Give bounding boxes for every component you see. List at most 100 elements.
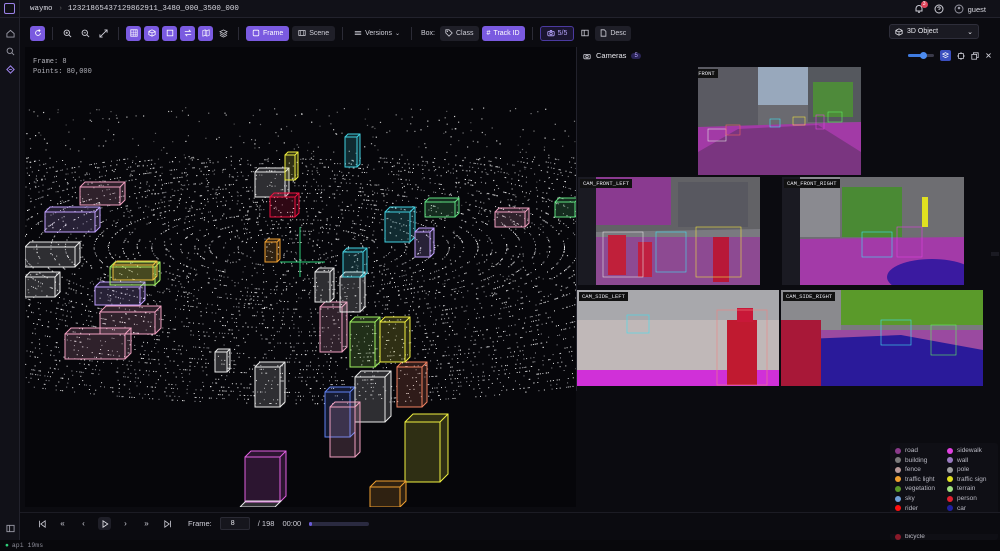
copy-icon[interactable] [971,51,979,60]
camera-view-side-right[interactable]: CAM_SIDE_RIGHT [781,290,983,386]
versions-label: Versions [365,29,392,37]
nav-search[interactable] [0,42,20,60]
object-type-select[interactable]: 3D Object ⌄ [889,24,979,39]
bounding-box[interactable] [269,192,300,218]
focus-icon[interactable] [957,51,965,60]
legend-swatch [895,533,901,540]
bounding-box[interactable] [79,181,126,206]
bounding-box[interactable] [424,197,460,218]
breadcrumb-scene-id[interactable]: 12321865437129862911_3480_000_3500_000 [68,5,239,13]
camera-view-front-left[interactable]: CAM_FRONT_LEFT [578,177,760,285]
bounding-box[interactable] [25,271,61,298]
scene-mode-label: Scene [309,29,330,37]
legend-label: rider [905,504,919,512]
bounding-box[interactable] [112,260,158,281]
legend-item: sidewalk [947,447,982,454]
next-frame-button[interactable]: › [119,517,132,530]
fit-view-button[interactable] [96,26,111,41]
bounding-box[interactable] [384,206,416,243]
previous-frame-button[interactable]: ‹ [77,517,90,530]
bounding-box[interactable] [284,151,299,181]
zoom-out-button[interactable] [78,26,93,41]
camera-view-side-left[interactable]: CAM_SIDE_LEFT [577,290,779,386]
bounding-box[interactable] [44,206,101,233]
camera-size-slider[interactable] [908,52,934,59]
bounding-box[interactable] [414,227,435,258]
bounding-box[interactable] [369,480,407,507]
bounding-box[interactable] [344,133,361,168]
box-class-label: Class [456,29,474,37]
desc-button[interactable]: Desc [595,25,632,41]
point-cloud-viewer[interactable] [25,47,576,507]
camera-layout-button[interactable] [940,50,951,61]
bounding-box[interactable] [214,348,231,373]
panel-edge-handle[interactable] [991,252,999,256]
rewind-button[interactable]: « [56,517,69,530]
breadcrumb-project[interactable]: waymo [30,5,53,13]
frame-number-input[interactable] [219,517,250,530]
bounding-boxes [25,133,576,507]
camera-view-front[interactable]: CAM_FRONT [698,67,861,175]
user-menu[interactable]: guest [954,4,986,14]
view-mode-cube-button[interactable] [144,25,159,41]
app-logo[interactable] [0,0,20,18]
box-track-id-button[interactable]: # Track ID [481,25,525,41]
zoom-in-button[interactable] [60,26,75,41]
versions-dropdown[interactable]: Versions ⌄ [350,26,404,41]
view-mode-map-button[interactable] [198,25,213,41]
bounding-box[interactable] [244,450,287,503]
bounding-box[interactable] [264,238,281,263]
layers-button[interactable] [216,26,231,41]
bounding-box[interactable] [404,413,449,483]
fast-forward-button[interactable]: » [140,517,153,530]
timeline-scrubber[interactable] [309,521,370,526]
camera-toggle-button[interactable]: 5/5 [539,25,575,41]
view-mode-box-button[interactable] [162,25,177,41]
nav-home[interactable] [0,24,20,42]
close-icon[interactable] [985,52,992,59]
slider-handle[interactable] [920,52,927,59]
help-icon[interactable] [934,4,944,14]
legend-item: vegetation [895,485,935,492]
legend-swatch [947,466,953,473]
bounding-box[interactable] [379,316,411,363]
frame-mode-button[interactable]: Frame [246,25,290,41]
bounding-box[interactable] [494,207,530,228]
user-icon [954,4,964,14]
bounding-box[interactable] [554,197,576,218]
skip-to-end-button[interactable] [161,517,174,530]
view-mode-grid-button[interactable] [126,25,141,41]
split-view-button[interactable] [577,26,592,41]
bounding-box[interactable] [349,316,381,368]
skip-to-start-button[interactable] [35,517,48,530]
bounding-box[interactable] [396,361,428,408]
play-button[interactable] [98,517,111,530]
legend-label: sidewalk [957,447,982,454]
legend-label: person [957,495,977,502]
play-icon [102,519,109,528]
bounding-box[interactable] [342,247,368,278]
bounding-box[interactable] [329,401,361,458]
bounding-box[interactable] [239,500,283,507]
bounding-box[interactable] [25,241,81,268]
legend-item: wall [947,457,968,464]
cube-outline-icon [895,27,903,36]
reset-view-button[interactable] [30,25,45,41]
box-label: Box: [420,29,435,37]
scene-mode-button[interactable]: Scene [292,25,336,41]
camera-view-front-right[interactable]: CAM_FRONT_RIGHT [782,177,964,285]
nav-collapse[interactable] [0,519,20,537]
box-class-button[interactable]: Class [440,25,479,41]
legend-item: pole [947,466,969,473]
toolbar-divider [531,26,533,40]
legend-label: fence [905,466,921,474]
bounding-box[interactable] [99,305,162,335]
bounding-box[interactable] [254,361,286,408]
bounding-box[interactable] [314,267,335,303]
view-mode-swap-button[interactable] [180,25,195,41]
nav-datasets[interactable] [0,60,20,78]
notifications-button[interactable]: 3 [914,1,928,14]
bounding-box[interactable] [339,271,366,313]
point-cloud-canvas[interactable] [25,47,576,507]
legend-item: person [947,495,977,502]
